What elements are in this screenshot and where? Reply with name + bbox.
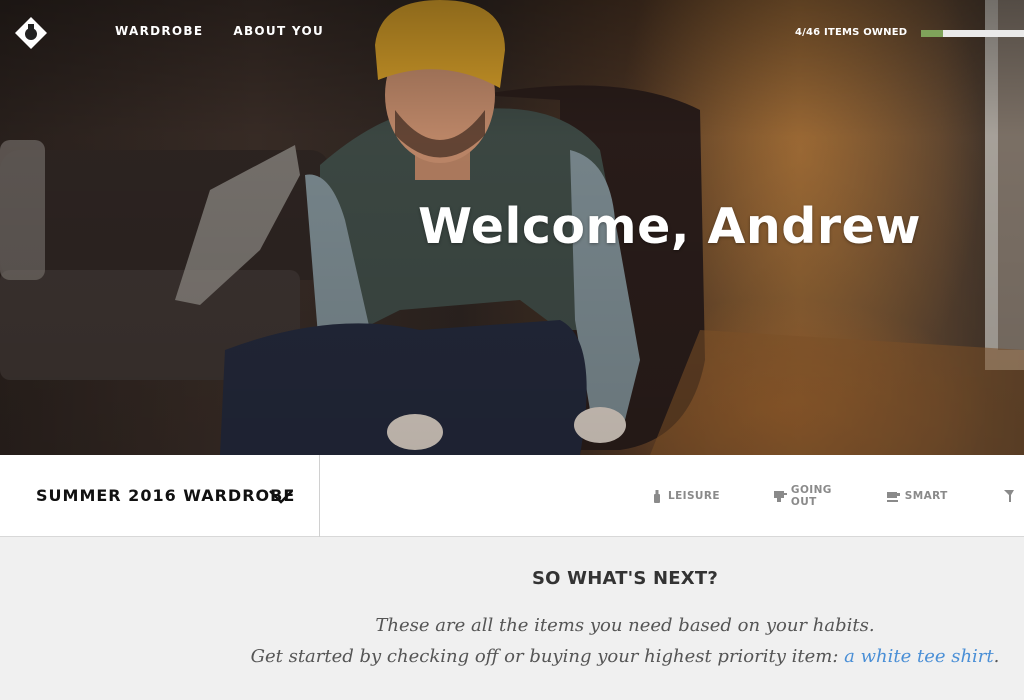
nav-item-wardrobe[interactable]: WARDROBE: [115, 24, 203, 38]
nav-item-about-you[interactable]: ABOUT YOU: [233, 24, 324, 38]
coffee-icon: [887, 489, 901, 503]
category-leisure[interactable]: LEISURE: [650, 489, 720, 503]
season-dropdown[interactable]: SUMMER 2016 WARDROBE: [0, 455, 320, 537]
wardrobe-toolbar: SUMMER 2016 WARDROBE LEISURE GOING OUT S…: [0, 455, 1024, 537]
next-line-2: Get started by checking off or buying yo…: [0, 641, 1024, 672]
cocktail-icon: [773, 489, 787, 503]
next-description: These are all the items you need based o…: [0, 610, 1024, 672]
bottle-icon: [650, 489, 664, 503]
next-line-2-prefix: Get started by checking off or buying yo…: [250, 646, 845, 667]
category-next-icon[interactable]: [1002, 489, 1020, 503]
main-nav: WARDROBE ABOUT YOU: [115, 24, 324, 38]
category-going-out[interactable]: GOING OUT: [773, 484, 833, 508]
next-line-1: These are all the items you need based o…: [375, 615, 875, 636]
hero-banner: WARDROBE ABOUT YOU 4/46 ITEMS OWNED Welc…: [0, 0, 1024, 455]
category-smart[interactable]: SMART: [887, 489, 948, 503]
category-leisure-label: LEISURE: [668, 490, 720, 502]
category-filters: LEISURE GOING OUT SMART: [650, 455, 1024, 537]
chevron-down-icon: [269, 490, 293, 504]
progress-fill: [921, 30, 944, 37]
brand-logo-icon[interactable]: [14, 16, 48, 50]
next-heading: SO WHAT'S NEXT?: [532, 568, 718, 589]
items-owned-label: 4/46 ITEMS OWNED: [795, 27, 908, 38]
items-owned-progress-bar: [921, 30, 1024, 37]
priority-item-link[interactable]: a white tee shirt: [844, 646, 994, 667]
season-label: SUMMER 2016 WARDROBE: [36, 486, 296, 505]
next-line-2-suffix: .: [993, 646, 1000, 667]
hanger-icon: [1002, 489, 1016, 503]
category-smart-label: SMART: [904, 490, 948, 502]
welcome-heading: Welcome, Andrew: [418, 198, 922, 255]
category-going-out-label: GOING OUT: [790, 484, 832, 508]
